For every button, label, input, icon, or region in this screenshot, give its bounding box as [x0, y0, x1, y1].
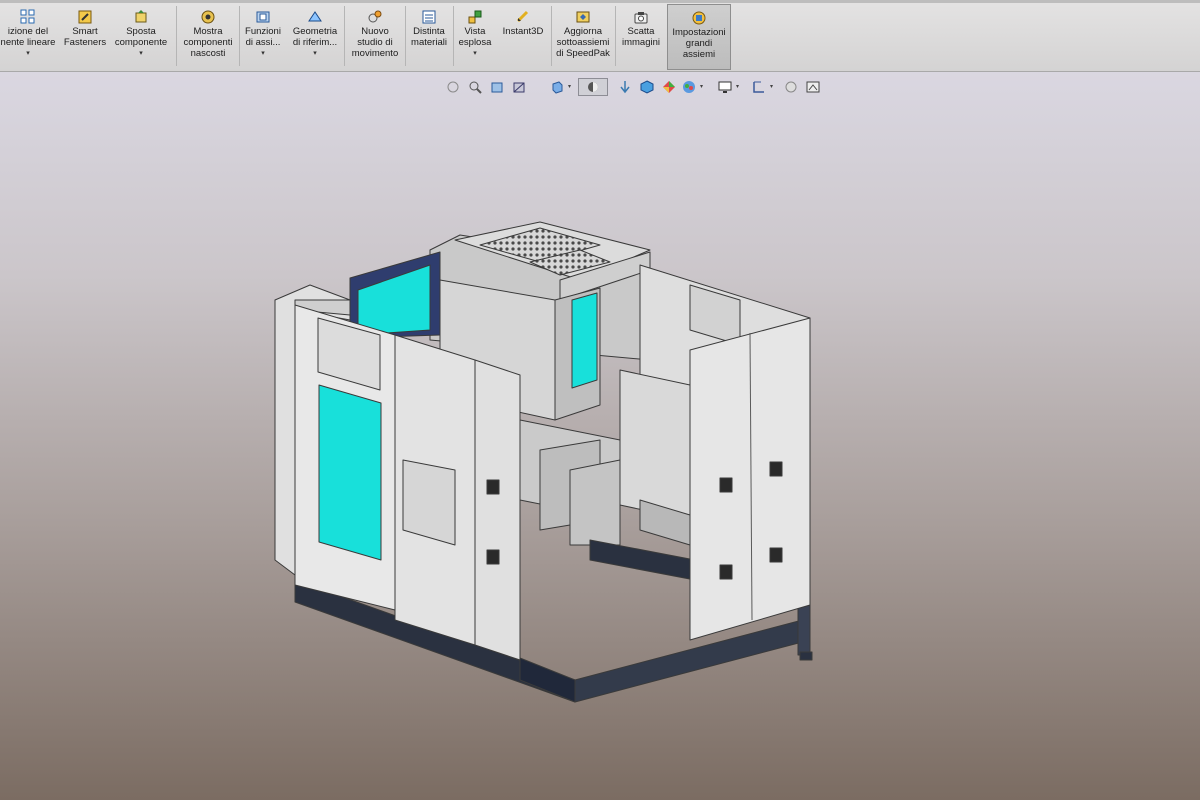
apply-scene-icon: [663, 81, 675, 93]
exploded-view-button[interactable]: Vista esplosa ▾: [454, 4, 496, 70]
bill-of-materials-label: Distinta materiali: [411, 26, 447, 48]
large-assembly-icon: [692, 11, 706, 25]
move-component-button[interactable]: Sposta componente ▾: [110, 4, 172, 70]
monitor-icon: [718, 81, 732, 93]
ribbon-top-strip: [0, 0, 1200, 3]
show-hidden-components-button[interactable]: Mostra componenti nascosti: [178, 4, 238, 70]
reference-geometry-button[interactable]: Geometria di riferim... ▾: [287, 4, 343, 70]
chevron-down-icon[interactable]: ▾: [261, 50, 265, 58]
ribbon-divider: [176, 6, 177, 66]
linear-pattern-icon: [20, 9, 35, 24]
show-hidden-label: Mostra componenti nascosti: [183, 26, 233, 59]
move-component-icon: [135, 10, 147, 23]
zoom-to-fit-icon: [447, 81, 459, 93]
hide-show-items-icon: [620, 81, 630, 94]
view-orientation-icon: [552, 81, 563, 94]
view-selector-button[interactable]: [750, 78, 768, 96]
update-speedpak-button[interactable]: Aggiorna sottoassiemi di SpeedPak: [552, 4, 614, 70]
zoom-to-area-icon: [469, 81, 482, 94]
instant3d-label: Instant3D: [502, 26, 544, 37]
smart-fasteners-button[interactable]: Smart Fasteners: [60, 4, 110, 70]
linear-pattern-label: izione del nente lineare: [0, 26, 56, 48]
ribbon-divider: [239, 6, 240, 66]
exploded-view-icon: [468, 10, 482, 24]
take-snapshot-label: Scatta immagini: [621, 26, 660, 48]
section-view-icon: [513, 82, 525, 93]
assembly-features-icon: [256, 11, 270, 23]
exploded-view-label: Vista esplosa: [458, 26, 492, 48]
linear-pattern-button[interactable]: izione del nente lineare ▾: [0, 4, 56, 70]
motion-study-icon: [368, 10, 382, 23]
previous-view-icon: [491, 82, 503, 93]
new-motion-study-button[interactable]: Nuovo studio di movimento: [346, 4, 404, 70]
take-snapshot-button[interactable]: Scatta immagini: [616, 4, 666, 70]
instant3d-button[interactable]: Instant3D: [498, 4, 548, 70]
edit-appearance-button[interactable]: [638, 78, 656, 96]
chevron-down-icon[interactable]: ▾: [568, 83, 571, 90]
assembly-features-button[interactable]: Funzioni di assi... ▾: [241, 4, 285, 70]
display-style-icon: [588, 82, 598, 92]
smart-fasteners-label: Smart Fasteners: [63, 26, 107, 48]
shadow-mode-button[interactable]: [804, 78, 822, 96]
move-component-label: Sposta componente: [114, 26, 168, 48]
heads-up-view-toolbar: ▾ ▾ ▾ ▾: [444, 76, 834, 98]
chevron-down-icon[interactable]: ▾: [26, 50, 30, 58]
speedpak-label: Aggiorna sottoassiemi di SpeedPak: [556, 26, 610, 59]
chevron-down-icon[interactable]: ▾: [770, 83, 773, 90]
hide-show-items-button[interactable]: [616, 78, 634, 96]
reference-geometry-icon: [308, 11, 322, 22]
edit-appearance-icon: [640, 80, 654, 94]
ribbon-divider: [344, 6, 345, 66]
apply-scene-button[interactable]: [660, 78, 678, 96]
new-motion-study-label: Nuovo studio di movimento: [351, 26, 399, 59]
bill-of-materials-button[interactable]: Distinta materiali: [406, 4, 452, 70]
reference-geometry-label: Geometria di riferim...: [292, 26, 338, 48]
cnc-enclosure-model[interactable]: [0, 72, 1200, 800]
rendering-tools-button[interactable]: [782, 78, 800, 96]
zoom-to-fit-button[interactable]: [444, 78, 462, 96]
chevron-down-icon[interactable]: ▾: [313, 50, 317, 58]
graphics-viewport[interactable]: [0, 72, 1200, 800]
rendering-tools-icon: [785, 81, 797, 93]
chevron-down-icon[interactable]: ▾: [473, 50, 477, 58]
zoom-to-area-button[interactable]: [466, 78, 484, 96]
chevron-down-icon[interactable]: ▾: [139, 50, 143, 58]
speedpak-icon: [576, 11, 590, 23]
camera-icon: [634, 12, 648, 24]
smart-fasteners-icon: [78, 10, 92, 24]
assembly-features-label: Funzioni di assi...: [245, 26, 281, 48]
view-settings-icon: [683, 81, 695, 93]
view-orientation-button[interactable]: [548, 78, 566, 96]
large-assembly-settings-button[interactable]: Impostazioni grandi assiemi: [667, 4, 731, 70]
chevron-down-icon[interactable]: ▾: [736, 83, 739, 90]
display-style-button[interactable]: [578, 78, 608, 96]
view-selector-icon: [753, 81, 764, 93]
large-assembly-label: Impostazioni grandi assiemi: [672, 27, 726, 60]
monitor-view-button[interactable]: [716, 78, 734, 96]
chevron-down-icon[interactable]: ▾: [700, 83, 703, 90]
show-hidden-icon: [201, 10, 215, 24]
bill-of-materials-icon: [422, 10, 436, 24]
previous-view-button[interactable]: [488, 78, 506, 96]
instant3d-icon: [516, 10, 529, 23]
view-settings-button[interactable]: [680, 78, 698, 96]
section-view-button[interactable]: [510, 78, 528, 96]
shadow-icon: [806, 81, 820, 93]
command-manager-ribbon: izione del nente lineare ▾ Smart Fastene…: [0, 0, 1200, 72]
